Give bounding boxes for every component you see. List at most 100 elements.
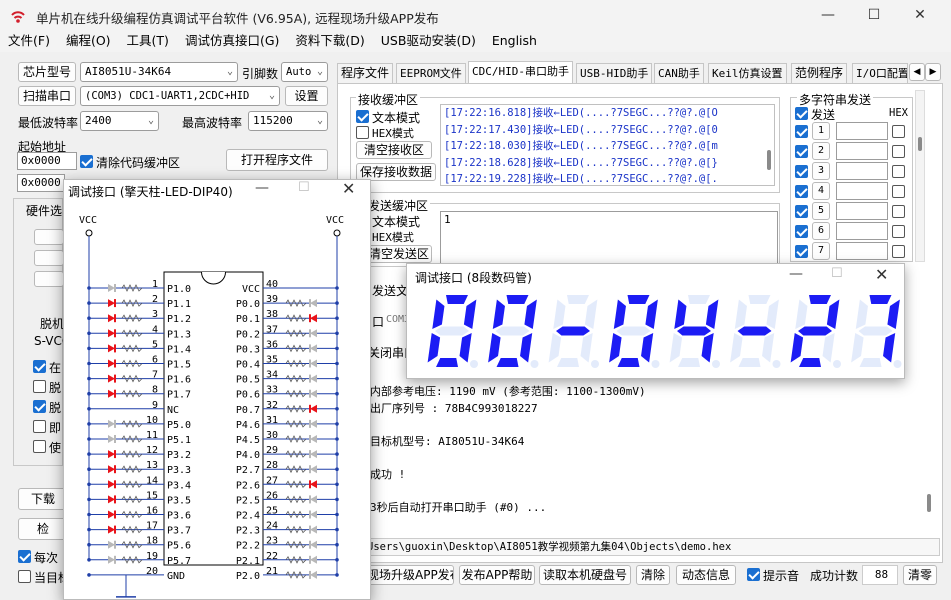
tab-eeprom-file[interactable]: EEPROM文件 [396,63,466,83]
tab-can[interactable]: CAN助手 [654,63,704,83]
multi-row-input[interactable] [836,222,888,240]
dip-maximize-button[interactable]: ☐ [298,180,310,195]
tab-io-config[interactable]: I/O口配置 [852,63,908,83]
option-checkbox-4[interactable] [33,420,46,433]
min-baud-select[interactable]: 2400 ⌄ [80,111,159,131]
multi-row-send-button[interactable]: 6 [812,222,830,240]
right-pin-junction [335,482,339,487]
close-button[interactable]: ✕ [897,0,943,32]
maximize-button[interactable]: ☐ [851,0,897,32]
multi-row-input[interactable] [836,122,888,140]
clear-send-button[interactable]: 清空发送区 [366,245,432,263]
option-checkbox-5[interactable] [33,440,46,453]
multi-row-input[interactable] [836,242,888,260]
port-select[interactable]: (COM3) CDC1-UART1,2CDC+HID ⌄ [80,86,280,106]
start-addr-input[interactable]: 0x0000 [17,152,77,170]
tab-cdc-hid-serial[interactable]: CDC/HID-串口助手 [468,61,573,83]
publish-help-button[interactable]: 发布APP帮助 [459,565,535,585]
check-button[interactable]: 检 [18,518,68,540]
multi-row-enable-checkbox[interactable] [795,165,808,178]
multi-row-enable-checkbox[interactable] [795,205,808,218]
multi-row-hex-checkbox[interactable] [892,205,905,218]
receive-scrollbar[interactable] [767,150,771,170]
log-scrollbar[interactable] [927,494,931,512]
multi-row-send-button[interactable]: 1 [812,122,830,140]
menu-tools[interactable]: 工具(T) [119,32,177,50]
hw-option-button-1[interactable] [34,229,64,245]
dynamic-info-button[interactable]: 动态信息 [676,565,736,585]
menu-download[interactable]: 资料下载(D) [287,32,372,50]
tab-scroll-left-button[interactable]: ◀ [909,63,925,81]
multi-row-enable-checkbox[interactable] [795,225,808,238]
beep-checkbox[interactable] [747,568,760,581]
multi-row-send-button[interactable]: 5 [812,202,830,220]
multi-row-send-button[interactable]: 2 [812,142,830,160]
multi-row-hex-checkbox[interactable] [892,185,905,198]
pins-select[interactable]: Auto ⌄ [281,62,328,82]
multi-row-send-button[interactable]: 4 [812,182,830,200]
current-target-checkbox[interactable] [18,570,31,583]
multi-row-enable-checkbox[interactable] [795,185,808,198]
multi-row-enable-checkbox[interactable] [795,125,808,138]
multi-row-hex-checkbox[interactable] [892,125,905,138]
multi-row-hex-checkbox[interactable] [892,165,905,178]
right-pin-name: P2.3 [236,526,260,537]
multi-row-input[interactable] [836,182,888,200]
max-baud-select[interactable]: 115200 ⌄ [248,111,328,131]
menu-english[interactable]: English [484,32,545,50]
tab-usb-hid[interactable]: USB-HID助手 [576,63,653,83]
menu-usb-driver[interactable]: USB驱动安装(D) [373,32,484,50]
multi-row-send-button[interactable]: 7 [812,242,830,260]
led-close-button[interactable]: ✕ [875,265,888,284]
minimize-button[interactable]: — [805,0,851,32]
clear-cache-checkbox[interactable] [80,155,93,168]
recv-text-mode-checkbox[interactable] [356,110,369,123]
tab-keil-settings[interactable]: Keil仿真设置 [708,63,787,83]
multi-row-input[interactable] [836,202,888,220]
multi-hex-header: HEX [889,107,908,119]
menu-program[interactable]: 编程(O) [58,32,119,50]
dip-close-button[interactable]: ✕ [342,179,355,198]
multi-row-hex-checkbox[interactable] [892,245,905,258]
menu-debug[interactable]: 调试仿真接口(G) [177,32,287,50]
multi-row-hex-checkbox[interactable] [892,225,905,238]
hw-option-button-2[interactable] [34,250,64,266]
chip-type-button[interactable]: 芯片型号 [18,62,76,82]
clear-receive-button[interactable]: 清空接收区 [356,141,432,159]
menu-file[interactable]: 文件(F) [0,32,58,50]
tab-program-file[interactable]: 程序文件 [337,63,394,83]
recv-hex-mode-checkbox[interactable] [356,126,369,139]
download-button[interactable]: 下载 [18,488,68,510]
scan-port-button[interactable]: 扫描串口 [18,86,76,106]
multi-row-enable-checkbox[interactable] [795,245,808,258]
tab-scroll-right-button[interactable]: ▶ [925,63,941,81]
settings-button[interactable]: 设置 [285,86,328,106]
multi-row-enable-checkbox[interactable] [795,145,808,158]
chip-select[interactable]: AI8051U-34K64 ⌄ [80,62,238,82]
multi-row-hex-checkbox[interactable] [892,145,905,158]
send-text-area[interactable]: 1 [440,211,778,265]
clear-log-button[interactable]: 清除 [636,565,670,585]
led-maximize-button[interactable]: ☐ [831,266,843,281]
option-checkbox-1[interactable] [33,360,46,373]
read-disk-id-button[interactable]: 读取本机硬盘号 [539,565,631,585]
option-checkbox-3[interactable] [33,400,46,413]
led-minimize-button[interactable]: — [789,266,803,282]
multi-scrollbar[interactable] [915,90,925,262]
receive-text-area[interactable]: [17:22:16.818]接收←LED(....?7SEGC...??@?.@… [440,104,775,186]
dip-minimize-button[interactable]: — [255,180,269,196]
multi-row-input[interactable] [836,142,888,160]
tab-examples[interactable]: 范例程序 [791,63,848,83]
option-checkbox-2[interactable] [33,380,46,393]
publish-app-button[interactable]: 现场升级APP发布 [366,565,454,585]
option-label-4: 即 [49,421,62,435]
every-time-checkbox[interactable] [18,550,31,563]
multi-send-all-checkbox[interactable] [795,107,808,120]
multi-row-input[interactable] [836,162,888,180]
open-program-button[interactable]: 打开程序文件 [226,149,328,171]
multi-row-send-button[interactable]: 3 [812,162,830,180]
start-addr-input-2[interactable]: 0x0000 [17,174,65,192]
hw-option-button-3[interactable] [34,271,64,287]
log-area[interactable]: 内部参考电压: 1190 mV (参考范围: 1100-1300mV) 出厂序列… [370,384,930,534]
reset-count-button[interactable]: 清零 [903,565,937,585]
